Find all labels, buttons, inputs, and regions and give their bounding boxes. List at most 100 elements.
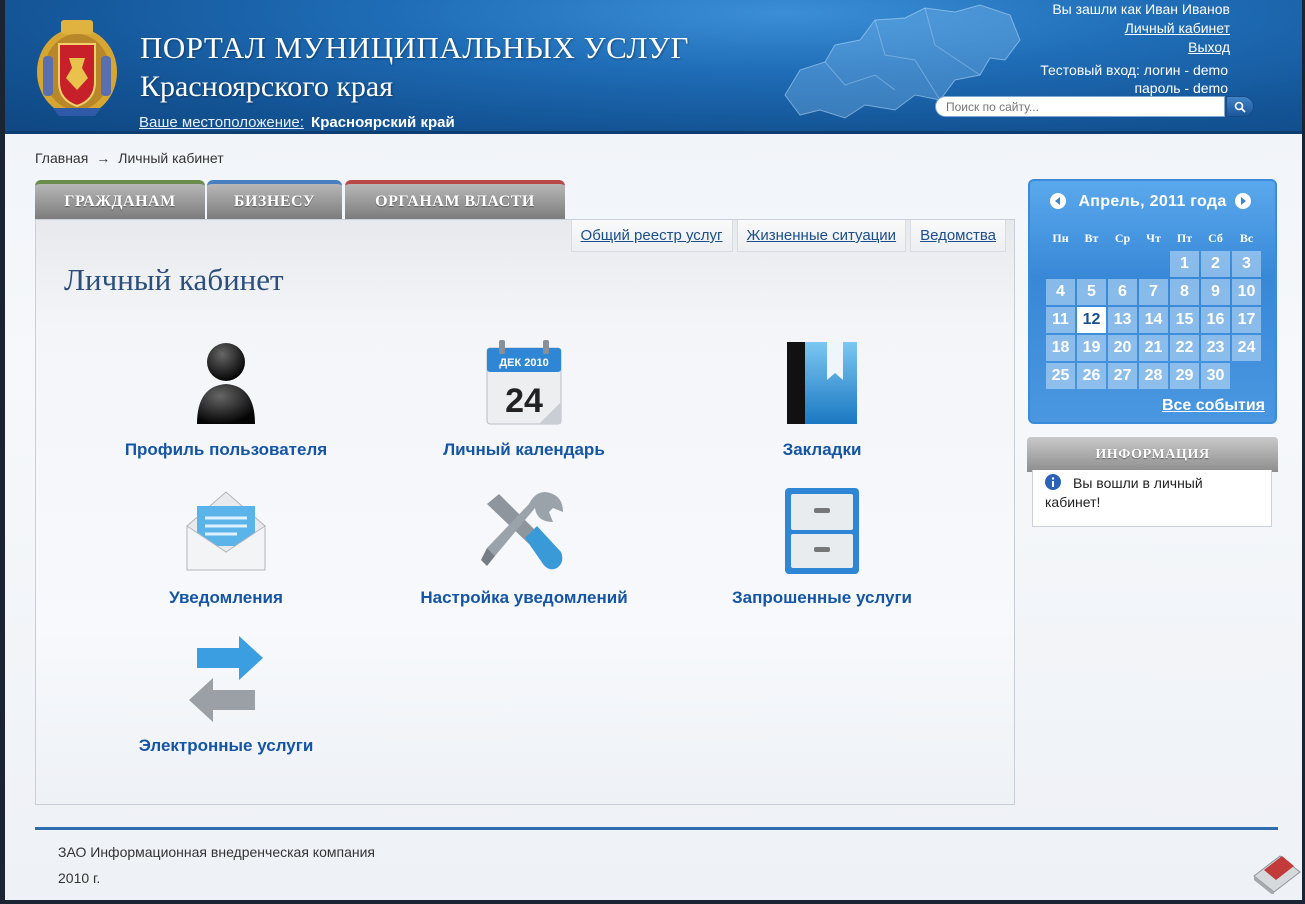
- tile-label: Личный календарь: [443, 440, 605, 459]
- calendar-empty-cell: [1046, 251, 1075, 277]
- search-icon: [1234, 101, 1246, 113]
- calendar-day[interactable]: 8: [1170, 279, 1199, 305]
- calendar-day[interactable]: 17: [1232, 307, 1261, 333]
- calendar-day-today[interactable]: 12: [1077, 307, 1106, 333]
- test-password-text: пароль - demo: [1134, 80, 1228, 96]
- page-title: Личный кабинет: [64, 262, 284, 297]
- search-button[interactable]: [1226, 96, 1254, 117]
- calendar-title: Апрель, 2011 года: [1078, 193, 1227, 210]
- info-icon: [1045, 474, 1061, 490]
- calendar-empty-cell: [1139, 251, 1168, 277]
- calendar-weekday: Чт: [1146, 231, 1161, 245]
- location-link[interactable]: Ваше местоположение:: [139, 114, 304, 131]
- search-input[interactable]: [935, 96, 1225, 117]
- calendar-day[interactable]: 14: [1139, 307, 1168, 333]
- footer-year: 2010 г.: [58, 870, 101, 886]
- breadcrumb-separator: →: [96, 150, 111, 166]
- envelope-icon: [186, 491, 266, 571]
- footer-company: ЗАО Информационная внедренческая компани…: [58, 844, 375, 860]
- tile-personal-calendar[interactable]: ДЕК 2010 24 Личный календарь: [374, 338, 674, 460]
- calendar-day[interactable]: 5: [1077, 279, 1106, 305]
- calendar-day[interactable]: 3: [1232, 251, 1261, 277]
- subnav: Общий реестр услуг Жизненные ситуации Ве…: [570, 220, 1006, 252]
- calendar-icon-day: 24: [505, 382, 543, 420]
- calendar-weekday: Вт: [1084, 231, 1099, 245]
- subnav-life-situations[interactable]: Жизненные ситуации: [736, 220, 907, 252]
- info-message: Вы вошли в личный кабинет!: [1045, 475, 1203, 510]
- user-box: Вы зашли как Иван Иванов Личный кабинет …: [1052, 0, 1230, 57]
- calendar-day[interactable]: 9: [1201, 279, 1230, 305]
- tab-citizens[interactable]: ГРАЖДАНАМ: [35, 180, 205, 219]
- calendar-day[interactable]: 16: [1201, 307, 1230, 333]
- calendar-weekday: Вс: [1239, 231, 1254, 245]
- calendar-day[interactable]: 24: [1232, 335, 1261, 361]
- calendar-next-button[interactable]: [1235, 193, 1251, 209]
- calendar-day[interactable]: 22: [1170, 335, 1199, 361]
- info-title: ИНФОРМАЦИЯ: [1027, 437, 1278, 472]
- window-frame-bottom: [0, 900, 1305, 904]
- calendar-icon: ДЕК 2010 24: [486, 340, 562, 425]
- site-title: ПОРТАЛ МУНИЦИПАЛЬНЫХ УСЛУГ: [140, 30, 689, 65]
- test-login-info: Тестовый вход: логин - demo пароль - dem…: [1040, 61, 1228, 97]
- tile-label: Уведомления: [169, 588, 283, 607]
- calendar-weekday: Пт: [1176, 231, 1193, 245]
- search-bar: [935, 96, 1255, 118]
- calendar-day[interactable]: 1: [1170, 251, 1199, 277]
- calendar-day[interactable]: 4: [1046, 279, 1075, 305]
- chevron-right-icon: [1241, 197, 1246, 205]
- calendar-day[interactable]: 21: [1139, 335, 1168, 361]
- window-frame-left: [0, 0, 5, 904]
- book-icon[interactable]: [1250, 848, 1302, 894]
- calendar-day[interactable]: 20: [1108, 335, 1137, 361]
- calendar-day[interactable]: 6: [1108, 279, 1137, 305]
- calendar-day[interactable]: 26: [1077, 363, 1106, 389]
- calendar-day[interactable]: 19: [1077, 335, 1106, 361]
- calendar-day[interactable]: 15: [1170, 307, 1199, 333]
- chevron-left-icon: [1055, 197, 1060, 205]
- tab-government[interactable]: ОРГАНАМ ВЛАСТИ: [345, 180, 565, 219]
- logout-link[interactable]: Выход: [1052, 38, 1230, 57]
- calendar-day[interactable]: 13: [1108, 307, 1137, 333]
- tile-bookmarks[interactable]: Закладки: [672, 338, 972, 460]
- calendar-day[interactable]: 18: [1046, 335, 1075, 361]
- tile-notifications[interactable]: Уведомления: [76, 486, 376, 608]
- calendar-day[interactable]: 7: [1139, 279, 1168, 305]
- tile-notification-settings[interactable]: Настройка уведомлений: [374, 486, 674, 608]
- breadcrumb: Главная → Личный кабинет: [35, 150, 224, 166]
- breadcrumb-home[interactable]: Главная: [35, 150, 88, 166]
- tile-label: Настройка уведомлений: [420, 588, 628, 607]
- calendar-day[interactable]: 23: [1201, 335, 1230, 361]
- cabinet-link[interactable]: Личный кабинет: [1052, 19, 1230, 38]
- events-calendar: Апрель, 2011 года Пн Вт Ср Чт Пт Сб Вс 1234567…: [1028, 179, 1277, 424]
- user-icon: [197, 343, 255, 424]
- subnav-departments[interactable]: Ведомства: [910, 220, 1006, 252]
- calendar-day[interactable]: 30: [1201, 363, 1230, 389]
- bookmark-icon: [787, 342, 857, 424]
- tile-user-profile[interactable]: Профиль пользователя: [76, 338, 376, 460]
- tile-label: Закладки: [782, 440, 862, 459]
- tile-label: Профиль пользователя: [124, 440, 328, 459]
- calendar-day[interactable]: 29: [1170, 363, 1199, 389]
- tile-electronic-services[interactable]: Электронные услуги: [76, 634, 376, 756]
- tab-business[interactable]: БИЗНЕСУ: [207, 180, 342, 219]
- calendar-day[interactable]: 25: [1046, 363, 1075, 389]
- location: Ваше местоположение: Красноярский край: [139, 114, 455, 131]
- all-events-link[interactable]: Все события: [1162, 397, 1265, 415]
- calendar-day[interactable]: 28: [1139, 363, 1168, 389]
- tools-icon: [481, 492, 563, 570]
- info-panel: Вы вошли в личный кабинет!: [1032, 470, 1272, 527]
- calendar-day[interactable]: 27: [1108, 363, 1137, 389]
- calendar-prev-button[interactable]: [1050, 193, 1066, 209]
- subnav-services-registry[interactable]: Общий реестр услуг: [570, 220, 733, 252]
- tile-requested-services[interactable]: Запрошенные услуги: [672, 486, 972, 608]
- breadcrumb-current: Личный кабинет: [118, 150, 224, 166]
- calendar-day[interactable]: 11: [1046, 307, 1075, 333]
- exchange-arrows-icon: [189, 636, 263, 722]
- tile-label: Запрошенные услуги: [731, 588, 913, 607]
- location-value: Красноярский край: [311, 114, 455, 131]
- site-header: ПОРТАЛ МУНИЦИПАЛЬНЫХ УСЛУГ Красноярского…: [5, 0, 1302, 134]
- calendar-weekday: Пн: [1052, 231, 1069, 245]
- calendar-day[interactable]: 10: [1232, 279, 1261, 305]
- coat-of-arms-icon: [37, 20, 117, 116]
- calendar-day[interactable]: 2: [1201, 251, 1230, 277]
